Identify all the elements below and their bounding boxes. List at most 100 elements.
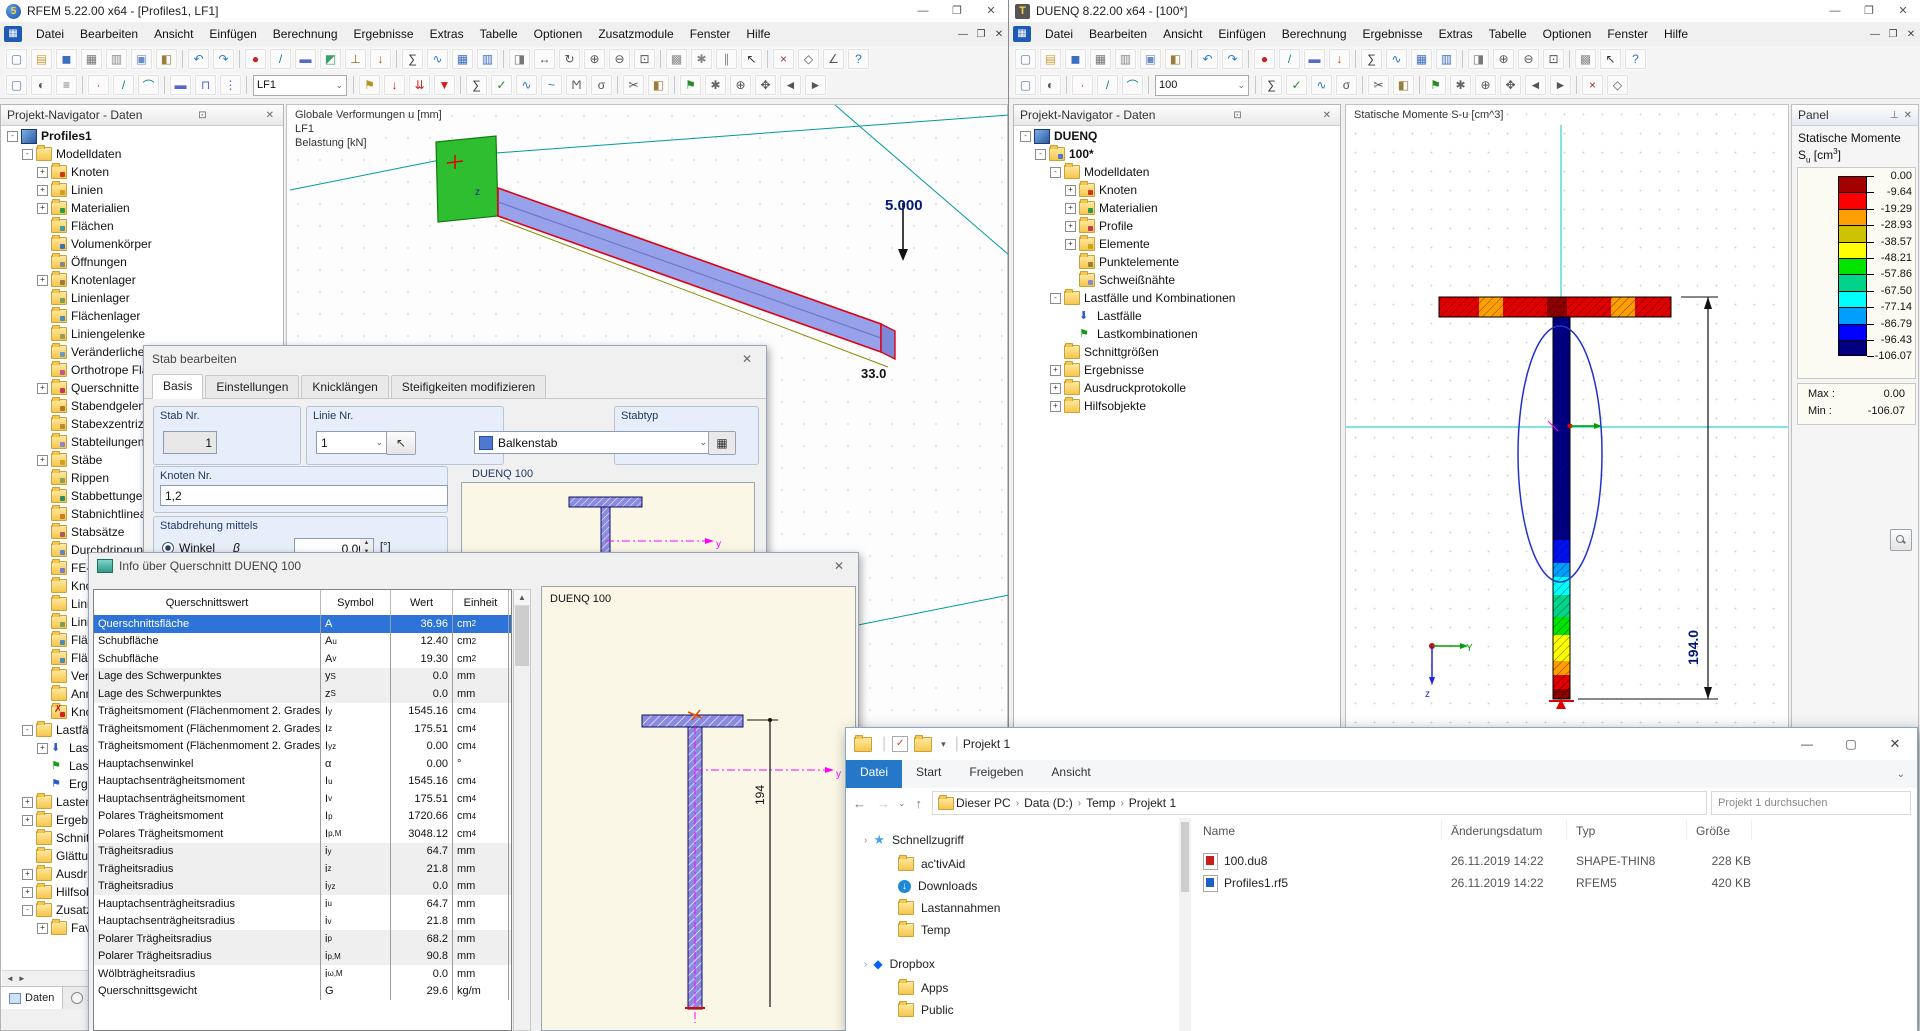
- rfem-member-icon[interactable]: ▬: [294, 48, 317, 70]
- duenq-x-axis-icon[interactable]: ×: [1581, 74, 1604, 96]
- rfem-redo-icon[interactable]: ↷: [212, 48, 235, 70]
- rfem-panel-icon[interactable]: ▥: [476, 48, 499, 70]
- expand-icon[interactable]: +: [22, 886, 33, 898]
- rfem-new-icon[interactable]: ▢: [5, 74, 28, 96]
- duenq-child-close-icon[interactable]: ✕: [1902, 29, 1920, 40]
- duenq-tree-item-ergebnisse[interactable]: + Ergebnisse: [1050, 361, 1144, 379]
- rfem-child-restore-icon[interactable]: ❐: [972, 29, 990, 40]
- duenq-new-icon[interactable]: ▢: [1014, 48, 1037, 70]
- duenq-iso-view-icon[interactable]: ◇: [1606, 74, 1629, 96]
- nav-history-icon[interactable]: ⌄: [894, 798, 910, 809]
- duenq-zoom-out-icon[interactable]: ⊖: [1517, 48, 1540, 70]
- rfem-area-load-icon[interactable]: ▼: [433, 74, 456, 96]
- duenq-help-icon[interactable]: ?: [1624, 48, 1647, 70]
- address-bar[interactable]: Dieser PC › Data (D:) › Temp › Projekt 1: [932, 791, 1707, 815]
- rfem-menu-extras[interactable]: Extras: [422, 24, 472, 44]
- linie-pick-button[interactable]: ↖: [386, 431, 416, 455]
- duenq-menu-ergebnisse[interactable]: Ergebnisse: [1355, 24, 1431, 44]
- duenq-prev-icon[interactable]: ◄: [1524, 74, 1547, 96]
- expand-icon[interactable]: +: [1065, 238, 1076, 250]
- sidebar-item-public[interactable]: Public: [898, 1000, 954, 1020]
- rfem-menu-tabelle[interactable]: Tabelle: [472, 24, 526, 44]
- duenq-tree-item-elemente[interactable]: + Elemente: [1065, 235, 1150, 253]
- qat-properties-icon[interactable]: ✓: [892, 736, 909, 752]
- duenq-stress-icon[interactable]: σ: [1335, 74, 1358, 96]
- rfem-layers-icon[interactable]: ≡: [55, 74, 78, 96]
- expand-icon[interactable]: +: [22, 796, 33, 808]
- rfem-copy-icon[interactable]: ▣: [130, 48, 153, 70]
- file-row-profiles1-rf5[interactable]: Profiles1.rf5 26.11.2019 14:22 RFEM5 420 KB: [1191, 872, 1907, 894]
- explorer-close-icon[interactable]: ✕: [1873, 728, 1917, 760]
- sidebar-item-schnellzugriff[interactable]: › ★ Schnellzugriff: [864, 830, 964, 850]
- qat-newfolder-icon[interactable]: [914, 734, 933, 752]
- duenq-printer-icon[interactable]: ▦: [1089, 48, 1112, 70]
- stab-tab-knickl-ngen[interactable]: Knicklängen: [301, 375, 389, 398]
- rfem-rotate-icon[interactable]: ↻: [558, 48, 581, 70]
- expand-icon[interactable]: +: [37, 382, 48, 394]
- duenq-grid-icon[interactable]: ▩: [1574, 48, 1597, 70]
- expand-icon[interactable]: +: [37, 922, 48, 934]
- rfem-printer-icon[interactable]: ▦: [80, 48, 103, 70]
- filelist-header-date[interactable]: Änderungsdatum: [1451, 824, 1542, 838]
- duenq-open-icon[interactable]: ▤: [1039, 48, 1062, 70]
- table-row[interactable]: Polarer Trägheitsradius i p 68.2 mm: [94, 930, 511, 948]
- nav-back-icon[interactable]: ←: [846, 796, 873, 811]
- sidebar-item-downloads[interactable]: ↓ Downloads: [898, 876, 977, 896]
- duenq-tree-item-profile[interactable]: + Profile: [1065, 217, 1133, 235]
- duenq-pan-icon[interactable]: ✥: [1499, 74, 1522, 96]
- table-row[interactable]: Querschnittsgewicht G 29.6 kg/m: [94, 982, 511, 1000]
- duenq-fit-icon[interactable]: ⊡: [1542, 48, 1565, 70]
- expander-icon[interactable]: ›: [864, 835, 867, 846]
- expand-icon[interactable]: +: [1065, 202, 1076, 214]
- rfem-iso-view-icon[interactable]: ◇: [797, 48, 820, 70]
- stab-tab-steifigkeiten-modifizieren[interactable]: Steifigkeiten modifizieren: [390, 375, 547, 398]
- table-row[interactable]: Hauptachsenträgheitsmoment Iv 175.51 cm 4: [94, 790, 511, 808]
- rfem-tree-item-lasten[interactable]: + Lasten: [22, 793, 92, 811]
- sidebar-scrollbar[interactable]: [1179, 818, 1191, 1031]
- duenq-node-icon[interactable]: ●: [1253, 48, 1276, 70]
- rfem-snap-icon[interactable]: ✱: [690, 48, 713, 70]
- breadcrumb-item[interactable]: Temp: [1086, 796, 1115, 810]
- table-scrollbar[interactable]: ▲: [513, 589, 531, 1031]
- stab-dialog-close-icon[interactable]: ✕: [736, 352, 758, 366]
- panel-zoom-button[interactable]: [1890, 529, 1912, 551]
- duenq-calc-icon[interactable]: ∑: [1260, 74, 1283, 96]
- rfem-select-icon[interactable]: ↖: [740, 48, 763, 70]
- duenq-point-icon[interactable]: ·: [1071, 74, 1094, 96]
- expand-icon[interactable]: +: [22, 868, 33, 880]
- rfem-page-icon[interactable]: ▥: [105, 48, 128, 70]
- duenq-zoom-in-icon[interactable]: ⊕: [1474, 74, 1497, 96]
- expand-icon[interactable]: +: [1065, 184, 1076, 196]
- duenq-copy-icon[interactable]: ▣: [1139, 48, 1162, 70]
- rfem-menu-bearbeiten[interactable]: Bearbeiten: [72, 24, 146, 44]
- table-row[interactable]: Hauptachsenwinkel α 0.00 °: [94, 755, 511, 773]
- sidebar-item-temp[interactable]: Temp: [898, 920, 950, 940]
- duenq-page-icon[interactable]: ▥: [1114, 48, 1137, 70]
- table-row[interactable]: Polarer Trägheitsradius i p,M 90.8 mm: [94, 947, 511, 965]
- panel-pin-icon[interactable]: ⊥: [1890, 110, 1899, 121]
- rfem-section-icon[interactable]: ✂: [622, 74, 645, 96]
- expand-icon[interactable]: +: [37, 184, 48, 196]
- expand-icon[interactable]: +: [37, 166, 48, 178]
- duenq-member-icon[interactable]: ▬: [1303, 48, 1326, 70]
- rfem-calc-icon[interactable]: ∑: [401, 48, 424, 70]
- rfem-flag-icon[interactable]: ⚑: [679, 74, 702, 96]
- rfem-navigator-pin-icon[interactable]: ⊡: [195, 110, 209, 121]
- rfem-clip-icon[interactable]: ◧: [647, 74, 670, 96]
- file-row-100-du8[interactable]: 100.du8 26.11.2019 14:22 SHAPE-THIN8 228 KB: [1191, 850, 1907, 872]
- rfem-support-icon[interactable]: ⊥: [344, 48, 367, 70]
- table-row[interactable]: Schubfläche Au 12.40 cm 2: [94, 632, 511, 650]
- duenq-tree-item-punktelemente[interactable]: Punktelemente: [1065, 253, 1179, 271]
- rfem-stress-icon[interactable]: σ: [590, 74, 613, 96]
- panel-close-icon[interactable]: ✕: [1899, 110, 1912, 121]
- rfem-results-icon[interactable]: ∿: [515, 74, 538, 96]
- nav-up-icon[interactable]: ↑: [910, 796, 929, 811]
- duenq-child-restore-icon[interactable]: ❐: [1884, 29, 1902, 40]
- rfem-tree-item-linienlager[interactable]: Linienlager: [37, 289, 130, 307]
- duenq-arc-icon[interactable]: ⌒: [1121, 74, 1144, 96]
- rfem-loadcase-combobox[interactable]: LF1 ⌄: [253, 74, 347, 96]
- duenq-select-icon[interactable]: ↖: [1599, 48, 1622, 70]
- rfem-x-axis-icon[interactable]: ×: [772, 48, 795, 70]
- rfem-move-icon[interactable]: ↔: [533, 48, 556, 70]
- expand-icon[interactable]: +: [1050, 364, 1061, 376]
